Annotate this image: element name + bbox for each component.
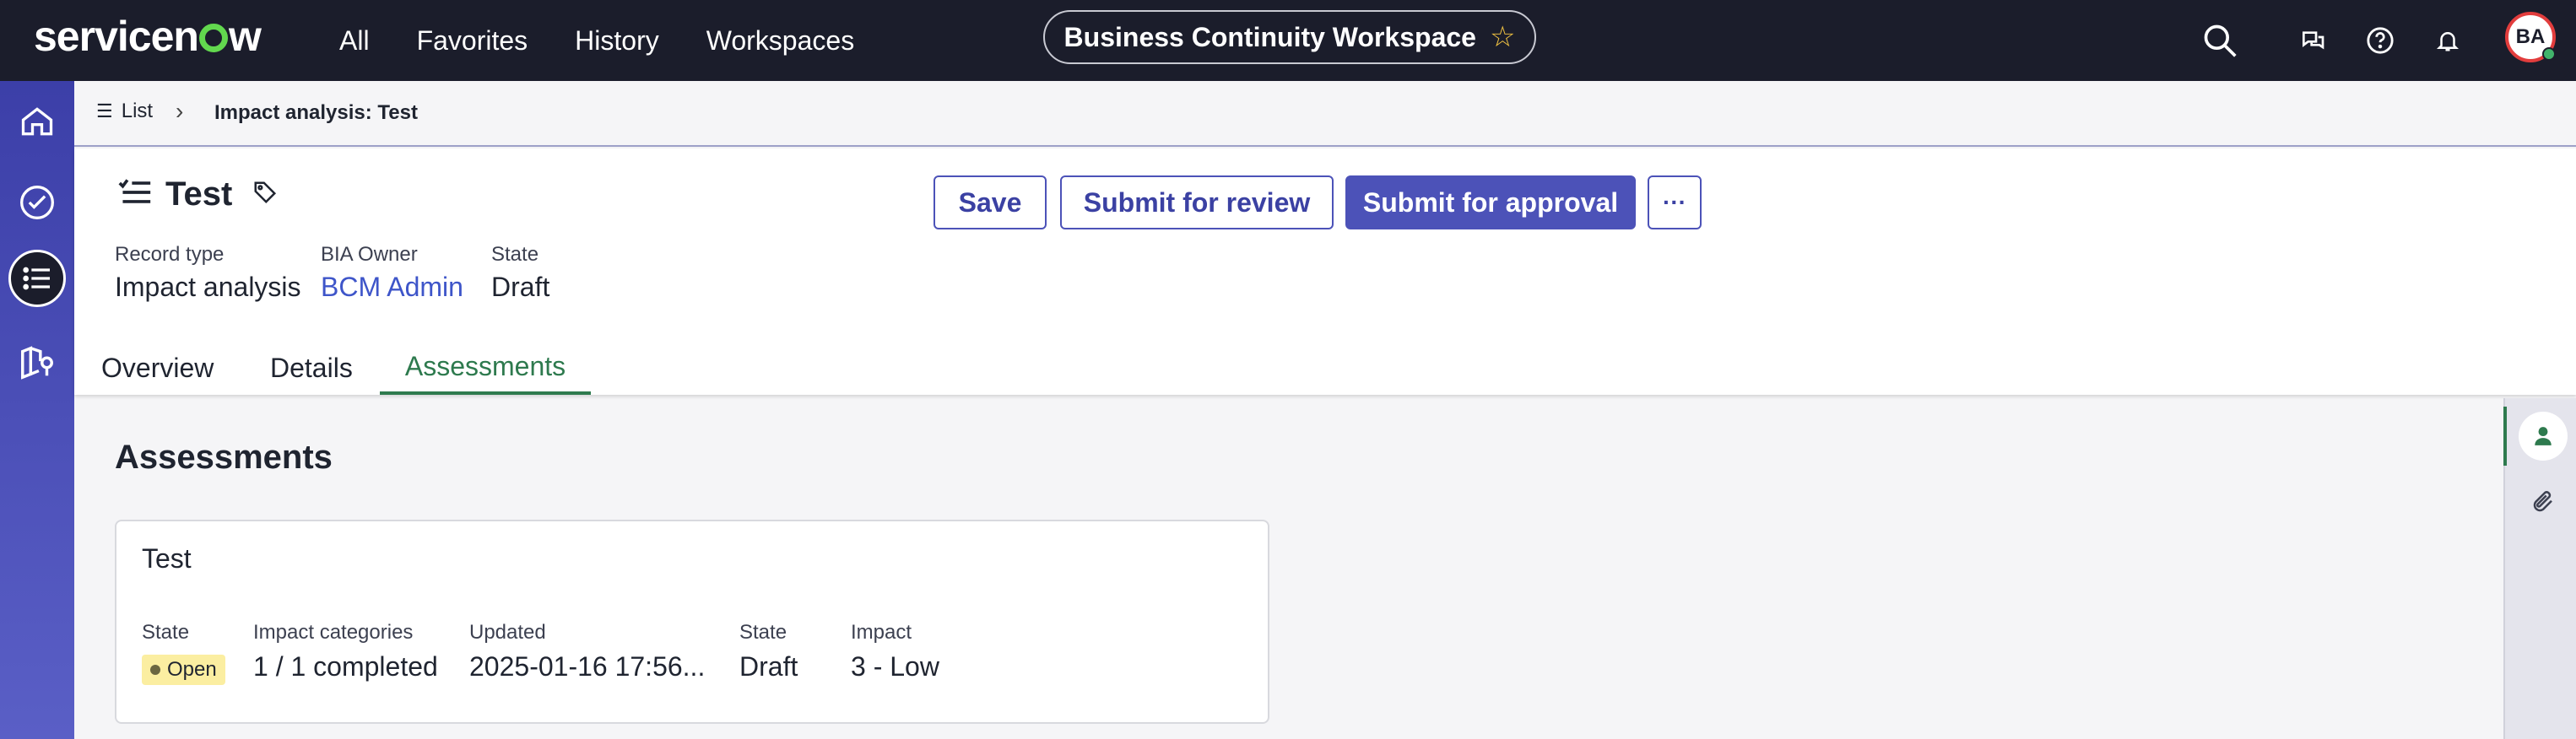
workspace-pill[interactable]: Business Continuity Workspace ☆ — [1043, 10, 1536, 64]
menu-history[interactable]: History — [575, 25, 659, 57]
servicenow-logo[interactable]: servicen w — [34, 12, 262, 61]
chevron-right-icon: › — [176, 98, 184, 124]
logo-o-mark — [198, 24, 228, 52]
favorite-star-icon[interactable]: ☆ — [1490, 20, 1515, 54]
field-value-impact: 3 - Low — [851, 651, 939, 682]
workspace-title: Business Continuity Workspace — [1063, 21, 1476, 52]
assessment-card-title[interactable]: Test — [142, 543, 192, 574]
field-value-updated: 2025-01-16 17:56... — [469, 651, 706, 682]
section-title: Assessments — [115, 439, 333, 476]
record-title-row: Test — [116, 175, 278, 213]
status-dot-icon — [150, 665, 160, 675]
field-label-impact: Impact — [851, 621, 912, 644]
presence-indicator — [2542, 47, 2556, 61]
field-value-impact-categories: 1 / 1 completed — [253, 651, 438, 682]
menu-workspaces[interactable]: Workspaces — [706, 25, 854, 57]
right-rail-active-indicator — [2503, 407, 2507, 466]
submit-for-approval-button[interactable]: Submit for approval — [1345, 175, 1636, 229]
field-value-state-2: Draft — [739, 651, 798, 682]
field-label-impact-categories: Impact categories — [253, 621, 414, 644]
help-icon[interactable] — [2360, 20, 2400, 61]
assessment-card[interactable]: Test State Open Impact categories 1 / 1 … — [115, 520, 1269, 724]
checklist-icon — [116, 175, 154, 213]
logo-text-end: w — [228, 13, 262, 60]
record-header: Test Record type Impact analysis BIA Own… — [74, 148, 2576, 395]
user-avatar[interactable]: BA — [2505, 12, 2556, 62]
list-lines-icon: ☰ — [96, 100, 113, 121]
search-icon[interactable] — [2200, 20, 2240, 61]
field-label-state: State — [142, 621, 190, 644]
field-label-state-2: State — [739, 621, 787, 644]
page-title: Test — [165, 175, 233, 213]
breadcrumb-current: Impact analysis: Test — [214, 101, 418, 124]
status-badge: Open — [142, 655, 225, 685]
top-nav-bar: servicen w All Favorites History Workspac… — [0, 0, 2576, 81]
logo-text: servicen — [34, 13, 199, 60]
avatar-initials: BA — [2515, 25, 2546, 48]
meta-label-bia-owner: BIA Owner — [321, 243, 418, 266]
left-rail — [0, 81, 74, 739]
tab-details[interactable]: Details — [270, 341, 353, 395]
status-badge-text: Open — [167, 658, 217, 681]
chat-icon[interactable] — [2292, 20, 2333, 61]
save-button[interactable]: Save — [934, 175, 1047, 229]
meta-label-record-type: Record type — [115, 243, 225, 266]
meta-value-state: Draft — [491, 272, 550, 302]
main-menu: All Favorites History Workspaces — [339, 0, 901, 81]
map-pin-icon[interactable] — [8, 334, 66, 391]
menu-favorites[interactable]: Favorites — [417, 25, 528, 57]
more-actions-button[interactable]: ··· — [1648, 175, 1702, 229]
meta-value-record-type: Impact analysis — [115, 272, 301, 302]
breadcrumb-list-link[interactable]: ☰ List — [96, 100, 153, 123]
breadcrumb-list-label: List — [121, 100, 154, 122]
field-label-updated: Updated — [469, 621, 546, 644]
breadcrumb: ☰ List › Impact analysis: Test — [74, 81, 2576, 147]
meta-label-state: State — [491, 243, 539, 266]
submit-for-review-button[interactable]: Submit for review — [1060, 175, 1334, 229]
tab-overview[interactable]: Overview — [101, 341, 214, 395]
checkmark-circle-icon[interactable] — [8, 174, 66, 231]
person-icon[interactable] — [2519, 412, 2568, 461]
menu-all[interactable]: All — [339, 25, 370, 57]
list-icon[interactable] — [8, 250, 66, 307]
right-rail — [2503, 398, 2576, 739]
paperclip-icon[interactable] — [2519, 477, 2568, 526]
bia-owner-link[interactable]: BCM Admin — [321, 272, 463, 303]
bell-icon[interactable] — [2427, 20, 2468, 61]
tag-icon[interactable] — [252, 180, 278, 209]
home-icon[interactable] — [8, 93, 66, 150]
tab-assessments[interactable]: Assessments — [380, 341, 591, 395]
